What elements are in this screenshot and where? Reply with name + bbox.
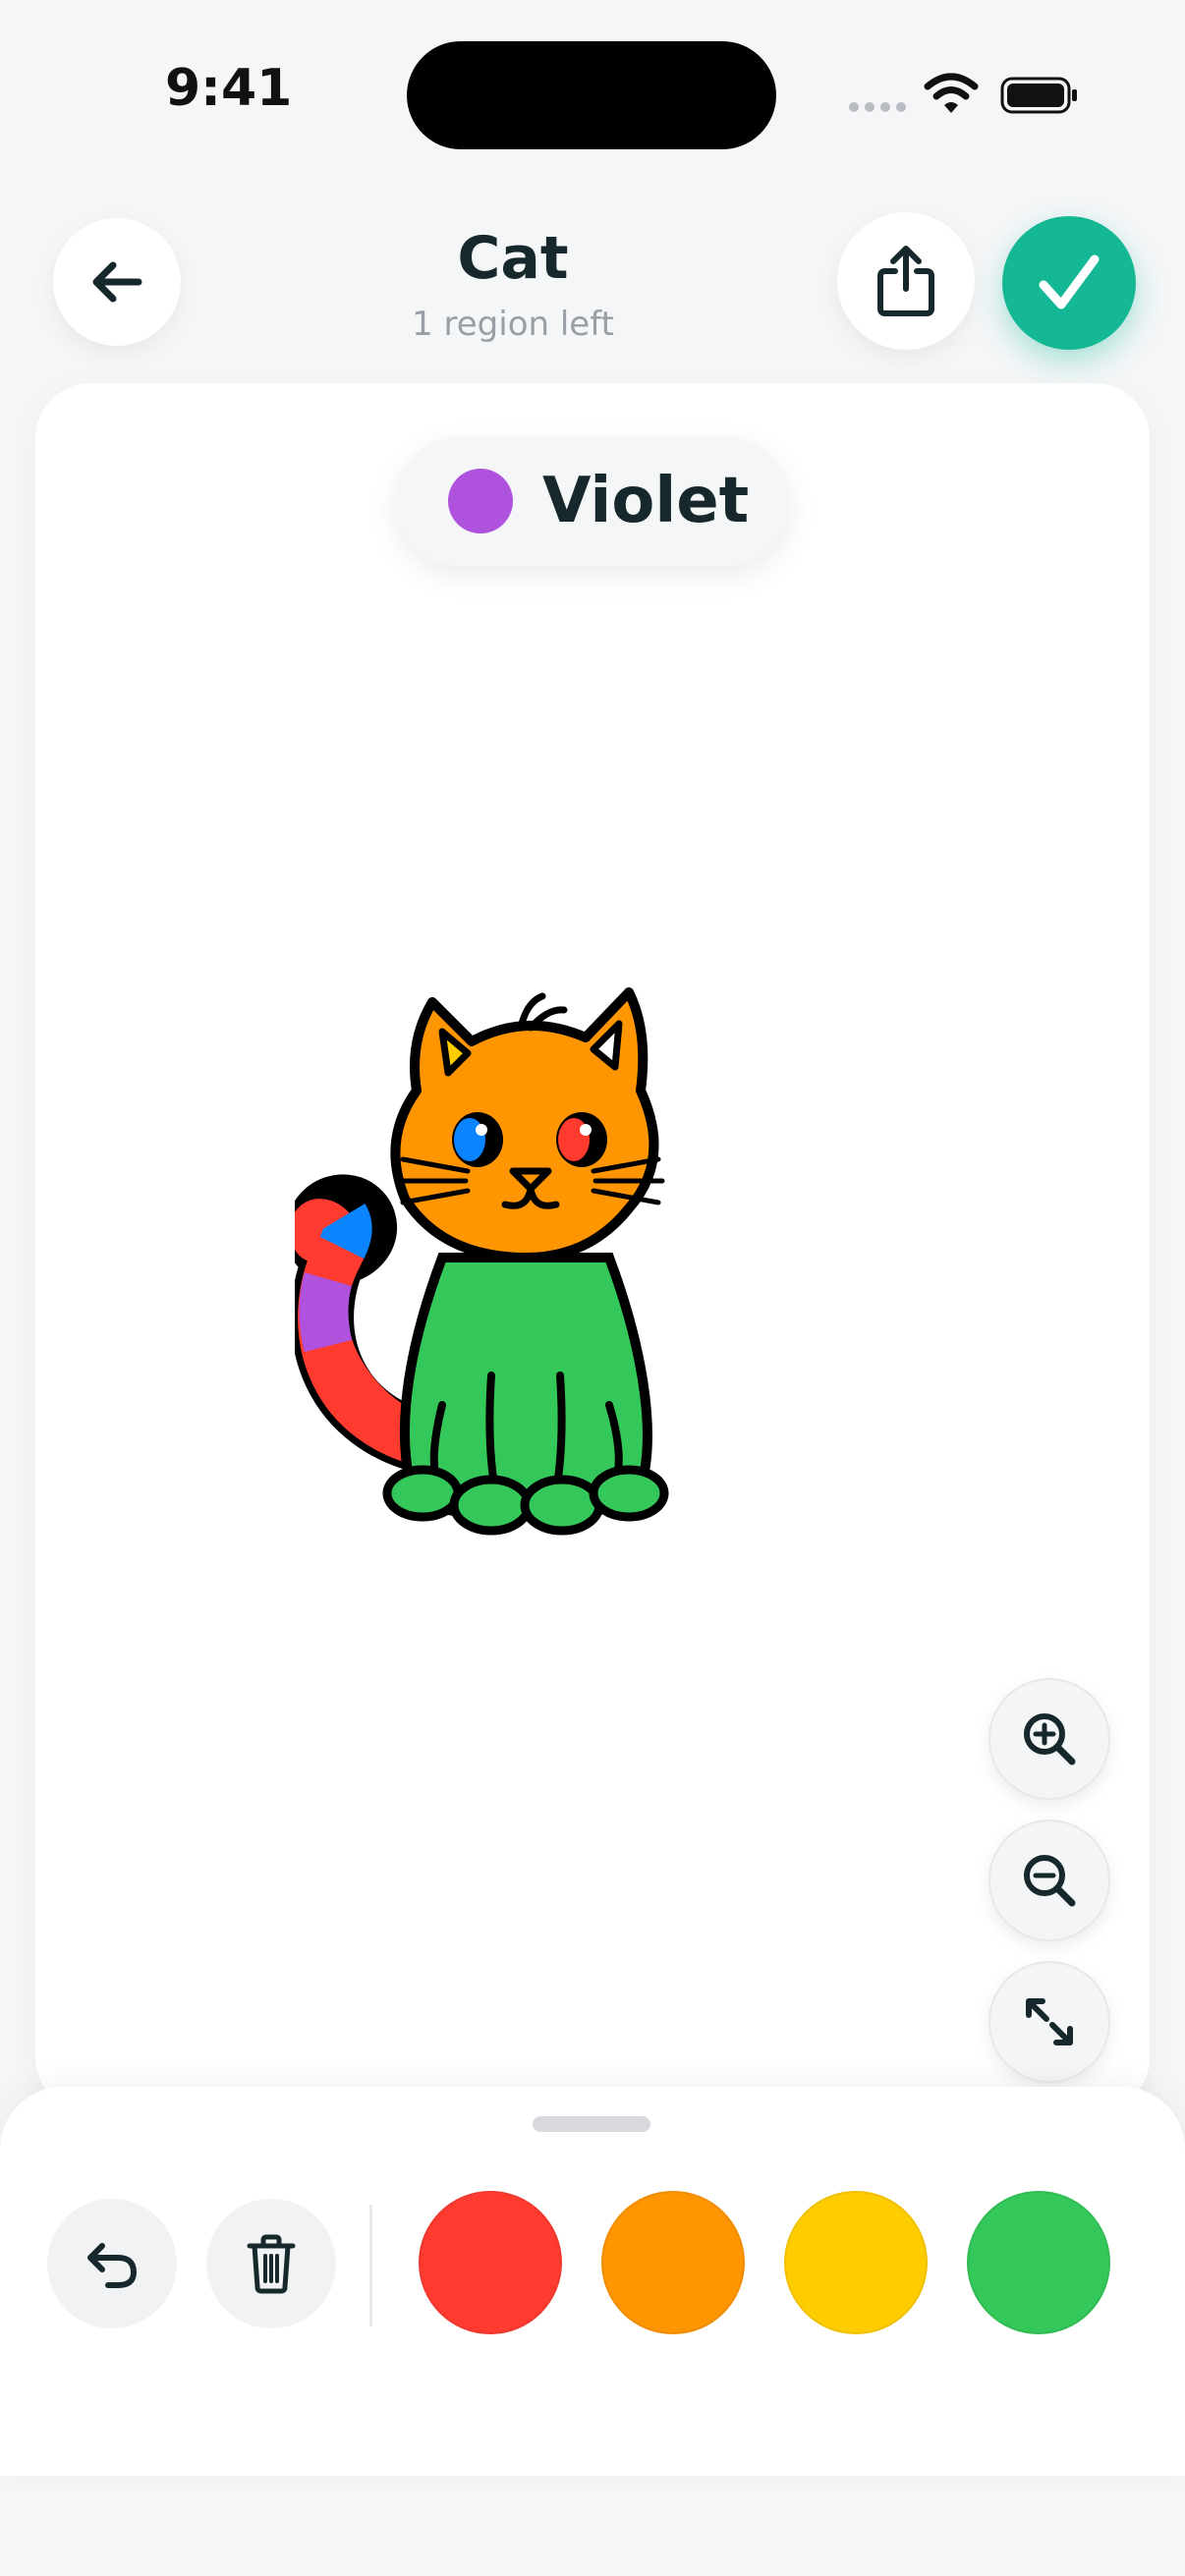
- current-color-dot: [448, 469, 513, 533]
- share-button[interactable]: [837, 212, 975, 350]
- zoom-in-icon: [1024, 1713, 1076, 1765]
- done-button[interactable]: [1002, 216, 1136, 350]
- sheet-handle[interactable]: [533, 2116, 650, 2132]
- undo-icon: [87, 2243, 138, 2288]
- trash-icon: [247, 2234, 296, 2294]
- regions-left-label: 1 region left: [412, 305, 614, 344]
- cellular-signal-icon: [849, 102, 906, 112]
- arrow-left-icon: [92, 261, 142, 303]
- back-button[interactable]: [53, 218, 181, 346]
- share-icon: [877, 246, 934, 316]
- tail-segment-2[interactable]: [299, 1271, 353, 1353]
- zoom-out-icon: [1024, 1855, 1076, 1907]
- color-swatch-yellow[interactable]: [784, 2191, 928, 2334]
- cat-eye-right[interactable]: [556, 1112, 607, 1167]
- cat-eye-left[interactable]: [452, 1112, 503, 1167]
- zoom-in-button[interactable]: [988, 1678, 1110, 1800]
- battery-icon: [1000, 77, 1077, 114]
- cat-illustration[interactable]: [295, 963, 806, 1552]
- current-color-indicator: Violet: [395, 436, 790, 566]
- checkmark-icon: [1039, 254, 1100, 309]
- fit-screen-icon: [1026, 1998, 1073, 2045]
- wifi-icon: [924, 73, 979, 113]
- color-swatch-green[interactable]: [967, 2191, 1110, 2334]
- zoom-out-button[interactable]: [988, 1820, 1110, 1941]
- current-color-label: Violet: [542, 465, 750, 537]
- fit-screen-button[interactable]: [988, 1961, 1110, 2083]
- clear-button[interactable]: [206, 2199, 336, 2328]
- tail-segment-3[interactable]: [304, 1236, 365, 1287]
- page-title: Cat: [457, 224, 569, 293]
- status-time: 9:41: [165, 59, 293, 118]
- dynamic-island: [407, 41, 776, 149]
- undo-button[interactable]: [47, 2199, 177, 2328]
- color-swatch-red[interactable]: [419, 2191, 562, 2334]
- color-swatch-orange[interactable]: [601, 2191, 745, 2334]
- tail-segment-4[interactable]: [319, 1204, 372, 1260]
- palette-divider: [369, 2205, 372, 2326]
